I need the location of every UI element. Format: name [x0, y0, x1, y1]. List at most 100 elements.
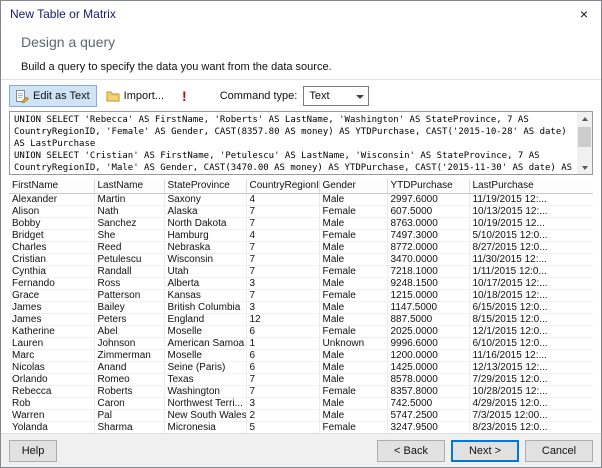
edit-as-text-icon: [16, 89, 29, 103]
cell-ytdpurchase: 3247.9500: [387, 421, 470, 433]
cell-countryregionid: 6: [246, 349, 320, 362]
import-button[interactable]: Import...: [99, 85, 171, 107]
table-row: Orlando Romeo Texas 7 Male 8578.0000 7/29/2015…: [9, 373, 593, 386]
cell-stateprovince: Kansas: [164, 289, 247, 302]
cell-ytdpurchase: 7218.1000: [387, 265, 470, 278]
scroll-thumb[interactable]: [578, 127, 591, 147]
cell-stateprovince: Moselle: [164, 349, 247, 362]
column-header-gender: Gender: [319, 179, 388, 194]
cell-firstname: Cynthia: [9, 265, 95, 278]
cell-stateprovince: New South Wales: [164, 409, 247, 422]
cell-ytdpurchase: 8772.0000: [387, 241, 470, 254]
sql-query-editor[interactable]: UNION SELECT 'Rebecca' AS FirstName, 'Ro…: [9, 111, 593, 175]
table-row: Alexander Martin Saxony 4 Male 2997.6000 11/19…: [9, 193, 593, 206]
cell-firstname: Rebecca: [9, 385, 95, 398]
table-row: Charles Reed Nebraska 7 Male 8772.0000 8/27/20…: [9, 241, 593, 254]
cell-ytdpurchase: 9996.6000: [387, 337, 470, 350]
cell-firstname: Katherine: [9, 325, 95, 338]
cell-lastname: Petulescu: [94, 253, 165, 266]
cell-firstname: Lauren: [9, 337, 95, 350]
titlebar[interactable]: New Table or Matrix ×: [1, 1, 601, 27]
cell-ytdpurchase: 2997.6000: [387, 193, 470, 206]
cell-stateprovince: Wisconsin: [164, 253, 247, 266]
column-header-lastpurchase: LastPurchase: [469, 179, 593, 194]
cell-lastpurchase: 12/1/2015 12:0...: [469, 325, 593, 338]
sql-query-text[interactable]: UNION SELECT 'Rebecca' AS FirstName, 'Ro…: [14, 114, 572, 172]
cell-countryregionid: 3: [246, 301, 320, 314]
cell-firstname: Marc: [9, 349, 95, 362]
cell-ytdpurchase: 1215.0000: [387, 289, 470, 302]
cell-lastpurchase: 10/28/2015 12:...: [469, 385, 593, 398]
table-row: Cristian Petulescu Wisconsin 7 Male 3470.0000…: [9, 253, 593, 266]
import-label: Import...: [123, 90, 165, 102]
table-row: Fernando Ross Alberta 3 Male 9248.1500 10/17/2…: [9, 277, 593, 290]
cell-gender: Female: [319, 385, 388, 398]
cell-firstname: Warren: [9, 409, 95, 422]
cell-ytdpurchase: 5747.2500: [387, 409, 470, 422]
cell-gender: Male: [319, 301, 388, 314]
cell-lastname: Caron: [94, 397, 165, 410]
cell-stateprovince: Saxony: [164, 193, 247, 206]
cell-lastname: Peters: [94, 313, 165, 326]
cell-lastname: Roberts: [94, 385, 165, 398]
cell-gender: Female: [319, 289, 388, 302]
cell-countryregionid: 1: [246, 337, 320, 350]
table-row: Cynthia Randall Utah 7 Female 7218.1000 1/11/2…: [9, 265, 593, 278]
run-query-button[interactable]: !: [175, 85, 194, 107]
cell-stateprovince: Alaska: [164, 205, 247, 218]
cell-stateprovince: Washington: [164, 385, 247, 398]
table-row: Lauren Johnson American Samoa 1 Unknown 9996.…: [9, 337, 593, 350]
cell-countryregionid: 4: [246, 193, 320, 206]
cell-stateprovince: Alberta: [164, 277, 247, 290]
scroll-track[interactable]: [577, 125, 592, 161]
cell-ytdpurchase: 8763.0000: [387, 217, 470, 230]
table-row: Katherine Abel Moselle 6 Female 2025.0000 12/1…: [9, 325, 593, 338]
close-icon[interactable]: ×: [574, 5, 594, 23]
cell-stateprovince: England: [164, 313, 247, 326]
cell-gender: Male: [319, 277, 388, 290]
cell-lastname: Romeo: [94, 373, 165, 386]
edit-as-text-button[interactable]: Edit as Text: [9, 85, 97, 107]
column-header-ytdpurchase: YTDPurchase: [387, 179, 470, 194]
next-button[interactable]: Next >: [451, 440, 519, 462]
cell-ytdpurchase: 742.5000: [387, 397, 470, 410]
cell-stateprovince: Micronesia: [164, 421, 247, 433]
query-toolbar: Edit as Text Import... ! Command type: T…: [9, 85, 593, 107]
dialog-new-table-or-matrix: New Table or Matrix × Design a query Bui…: [0, 0, 602, 468]
table-row: Marc Zimmerman Moselle 6 Male 1200.0000 11/16/…: [9, 349, 593, 362]
cell-ytdpurchase: 8357.8000: [387, 385, 470, 398]
cell-stateprovince: North Dakota: [164, 217, 247, 230]
scroll-down-icon[interactable]: [577, 161, 592, 174]
help-button[interactable]: Help: [9, 440, 57, 462]
cell-lastname: Reed: [94, 241, 165, 254]
cell-lastpurchase: 7/3/2015 12:00...: [469, 409, 593, 422]
cell-stateprovince: American Samoa: [164, 337, 247, 350]
cell-countryregionid: 7: [246, 217, 320, 230]
cell-lastpurchase: 6/15/2015 12:0...: [469, 301, 593, 314]
cell-lastname: Nath: [94, 205, 165, 218]
cell-lastpurchase: 10/17/2015 12:...: [469, 277, 593, 290]
cell-lastpurchase: 11/19/2015 12:...: [469, 193, 593, 206]
cell-gender: Female: [319, 325, 388, 338]
cell-countryregionid: 7: [246, 241, 320, 254]
column-header-countryregionid: CountryRegionID: [246, 179, 320, 194]
cell-ytdpurchase: 9248.1500: [387, 277, 470, 290]
window-title: New Table or Matrix: [10, 7, 116, 21]
cell-lastpurchase: 5/10/2015 12:0...: [469, 229, 593, 242]
sql-scrollbar[interactable]: [577, 112, 592, 174]
cancel-button[interactable]: Cancel: [525, 440, 593, 462]
cell-countryregionid: 12: [246, 313, 320, 326]
cell-lastpurchase: 10/19/2015 12...: [469, 217, 593, 230]
cell-gender: Male: [319, 217, 388, 230]
back-button[interactable]: < Back: [377, 440, 445, 462]
cell-ytdpurchase: 8578.0000: [387, 373, 470, 386]
cell-firstname: Charles: [9, 241, 95, 254]
cell-gender: Male: [319, 241, 388, 254]
cell-firstname: Alexander: [9, 193, 95, 206]
cell-stateprovince: Northwest Terri...: [164, 397, 247, 410]
results-grid-header-row: FirstName LastName StateProvince CountryReg…: [9, 179, 593, 194]
cell-countryregionid: 6: [246, 361, 320, 374]
scroll-up-icon[interactable]: [577, 112, 592, 125]
cell-lastpurchase: 8/27/2015 12:0...: [469, 241, 593, 254]
command-type-select[interactable]: Text: [303, 86, 370, 106]
